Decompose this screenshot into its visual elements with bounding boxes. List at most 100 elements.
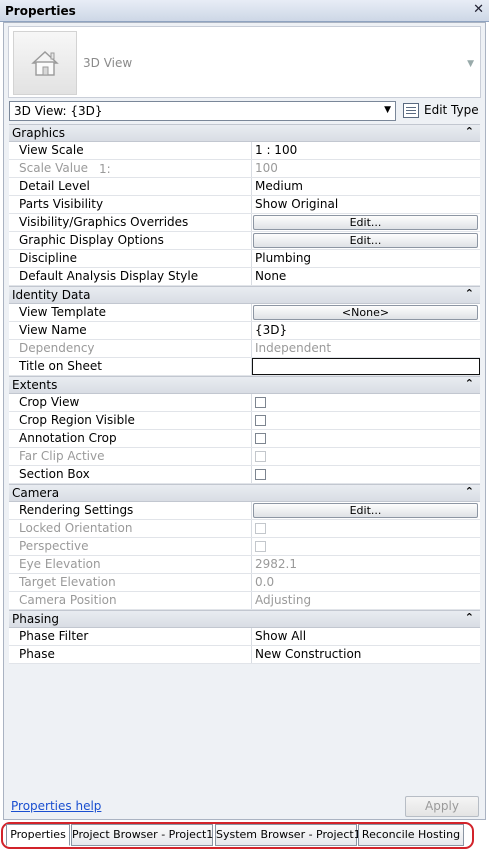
- prop-name: View Name: [19, 323, 87, 337]
- prop-value: 2982.1: [255, 557, 297, 571]
- crop-view-checkbox[interactable]: [255, 397, 266, 408]
- prop-default-analysis[interactable]: Default Analysis Display Style None: [9, 268, 480, 286]
- type-name: 3D View: [83, 56, 133, 70]
- prop-value: {3D}: [255, 323, 288, 337]
- edit-type-button[interactable]: Edit Type: [402, 101, 480, 121]
- prop-value: None: [255, 269, 287, 283]
- prop-far-clip-active: Far Clip Active: [9, 448, 480, 466]
- prop-scale-value: Scale Value 1: 100: [9, 160, 480, 178]
- prop-parts-visibility[interactable]: Parts Visibility Show Original: [9, 196, 480, 214]
- prop-phase-filter[interactable]: Phase Filter Show All: [9, 628, 480, 646]
- prop-value: Independent: [255, 341, 332, 355]
- type-dropdown-arrow-icon[interactable]: ▼: [467, 59, 474, 69]
- prop-section-box: Section Box: [9, 466, 480, 484]
- collapse-chevron-icon[interactable]: ⌃: [465, 377, 474, 390]
- prop-value: 0.0: [255, 575, 275, 589]
- group-graphics[interactable]: Graphics ⌃: [9, 124, 480, 142]
- prop-phase[interactable]: Phase New Construction: [9, 646, 480, 664]
- properties-footer: Properties help Apply: [9, 795, 480, 819]
- properties-help-link[interactable]: Properties help: [11, 799, 101, 813]
- vg-overrides-edit-button[interactable]: Edit...: [253, 215, 478, 230]
- prop-value: Adjusting: [255, 593, 312, 607]
- prop-title-on-sheet: Title on Sheet: [9, 358, 480, 376]
- group-extents[interactable]: Extents ⌃: [9, 376, 480, 394]
- group-identity-data[interactable]: Identity Data ⌃: [9, 286, 480, 304]
- prop-view-name[interactable]: View Name {3D}: [9, 322, 480, 340]
- prop-name: Scale Value 1:: [19, 161, 249, 176]
- prop-name: Default Analysis Display Style: [19, 269, 199, 283]
- chevron-down-icon[interactable]: ▼: [384, 105, 391, 115]
- prop-view-template: View Template <None>: [9, 304, 480, 322]
- prop-camera-position: Camera Position Adjusting: [9, 592, 480, 610]
- prop-name: Camera Position: [19, 593, 117, 607]
- instance-filter-dropdown[interactable]: 3D View: {3D} ▼: [9, 101, 396, 121]
- prop-name: Target Elevation: [19, 575, 116, 589]
- tab-project-browser[interactable]: Project Browser - Project1: [71, 824, 213, 846]
- panel-tabs: Properties Project Browser - Project1 Sy…: [0, 821, 489, 850]
- prop-name: Section Box: [19, 467, 90, 481]
- prop-name: View Scale: [19, 143, 84, 157]
- type-selector[interactable]: 3D View ▼: [8, 26, 481, 98]
- close-icon[interactable]: ✕: [473, 2, 484, 17]
- prop-name: Crop View: [19, 395, 80, 409]
- apply-button[interactable]: Apply: [405, 796, 479, 817]
- edit-type-label: Edit Type: [424, 103, 479, 117]
- rendering-settings-edit-button[interactable]: Edit...: [253, 503, 478, 518]
- prop-name: Crop Region Visible: [19, 413, 135, 427]
- locked-orientation-checkbox: [255, 523, 266, 534]
- type-thumbnail: [13, 31, 77, 95]
- prop-name: Phase: [19, 647, 55, 661]
- prop-value: Plumbing: [255, 251, 312, 265]
- prop-value: 100: [255, 161, 278, 175]
- group-phasing[interactable]: Phasing ⌃: [9, 610, 480, 628]
- group-label: Phasing: [12, 612, 60, 626]
- prop-name: View Template: [19, 305, 107, 319]
- tab-properties[interactable]: Properties: [6, 824, 70, 846]
- title-on-sheet-input[interactable]: [252, 358, 480, 375]
- edit-type-icon: [403, 103, 419, 118]
- prop-name: Detail Level: [19, 179, 90, 193]
- prop-dependency: Dependency Independent: [9, 340, 480, 358]
- group-label: Identity Data: [12, 288, 91, 302]
- prop-name: Eye Elevation: [19, 557, 101, 571]
- prop-view-scale[interactable]: View Scale 1 : 100: [9, 142, 480, 160]
- prop-value: New Construction: [255, 647, 362, 661]
- panel-title: Properties: [5, 4, 76, 18]
- prop-perspective: Perspective: [9, 538, 480, 556]
- prop-eye-elevation: Eye Elevation 2982.1: [9, 556, 480, 574]
- properties-grid: Graphics ⌃ View Scale 1 : 100 Scale Value…: [9, 124, 480, 664]
- prop-name: Annotation Crop: [19, 431, 117, 445]
- collapse-chevron-icon[interactable]: ⌃: [465, 125, 474, 138]
- prop-name: Rendering Settings: [19, 503, 134, 517]
- prop-annotation-crop: Annotation Crop: [9, 430, 480, 448]
- prop-discipline[interactable]: Discipline Plumbing: [9, 250, 480, 268]
- house-3d-icon: [31, 51, 59, 76]
- prop-name: Graphic Display Options: [19, 233, 164, 247]
- group-label: Graphics: [12, 126, 65, 140]
- section-box-checkbox[interactable]: [255, 469, 266, 480]
- tab-reconcile-hosting[interactable]: Reconcile Hosting: [358, 824, 464, 846]
- prop-detail-level[interactable]: Detail Level Medium: [9, 178, 480, 196]
- collapse-chevron-icon[interactable]: ⌃: [465, 485, 474, 498]
- prop-value: Medium: [255, 179, 303, 193]
- far-clip-active-checkbox: [255, 451, 266, 462]
- prop-name: Title on Sheet: [19, 359, 102, 373]
- perspective-checkbox: [255, 541, 266, 552]
- view-template-button[interactable]: <None>: [253, 305, 478, 320]
- collapse-chevron-icon[interactable]: ⌃: [465, 287, 474, 300]
- graphic-display-edit-button[interactable]: Edit...: [253, 233, 478, 248]
- prop-locked-orientation: Locked Orientation: [9, 520, 480, 538]
- panel-titlebar: Properties ✕: [0, 0, 489, 22]
- prop-value: Show All: [255, 629, 307, 643]
- group-label: Extents: [12, 378, 58, 392]
- tab-system-browser[interactable]: System Browser - Project1: [215, 824, 361, 846]
- collapse-chevron-icon[interactable]: ⌃: [465, 611, 474, 624]
- scale-unit: 1:: [99, 162, 111, 176]
- crop-region-visible-checkbox[interactable]: [255, 415, 266, 426]
- prop-name: Visibility/Graphics Overrides: [19, 215, 189, 229]
- prop-name: Locked Orientation: [19, 521, 133, 535]
- prop-crop-view: Crop View: [9, 394, 480, 412]
- annotation-crop-checkbox[interactable]: [255, 433, 266, 444]
- prop-value: Show Original: [255, 197, 339, 211]
- group-camera[interactable]: Camera ⌃: [9, 484, 480, 502]
